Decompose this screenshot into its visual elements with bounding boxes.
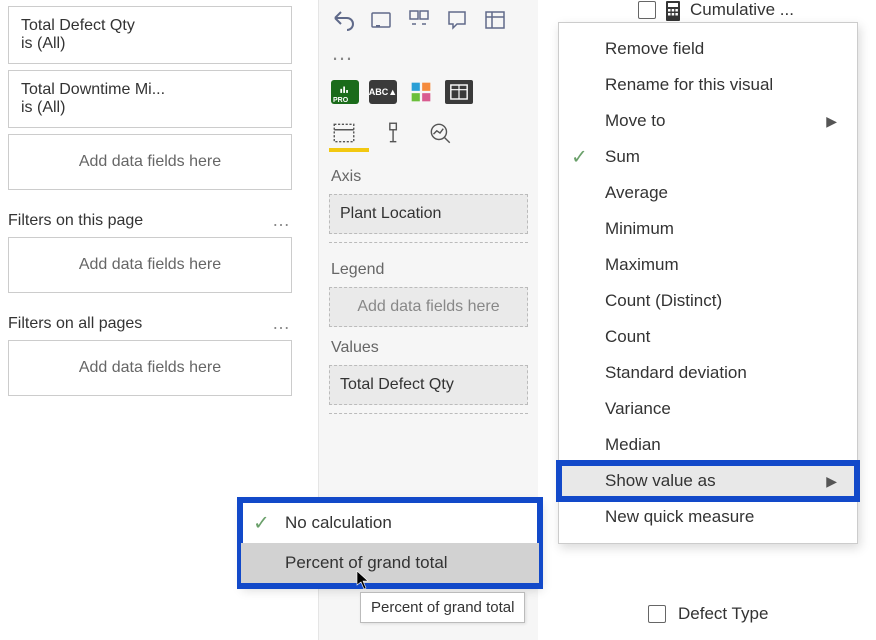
custom-viz-pro-icon[interactable]: PRO: [331, 80, 359, 104]
fields-tab-icon[interactable]: [331, 120, 357, 146]
divider: [329, 413, 528, 414]
more-icon[interactable]: …: [272, 210, 292, 231]
calculator-icon: [664, 0, 682, 20]
chevron-right-icon: ▶: [826, 473, 837, 490]
menu-median[interactable]: Median: [559, 427, 857, 463]
matrix-viz-icon[interactable]: [445, 80, 473, 104]
table-icon[interactable]: [483, 8, 507, 32]
menu-sum[interactable]: ✓ Sum: [559, 139, 857, 175]
card-icon[interactable]: [369, 8, 393, 32]
filters-all-label: Filters on all pages: [8, 315, 142, 333]
menu-average[interactable]: Average: [559, 175, 857, 211]
values-label: Values: [319, 329, 538, 363]
comment-icon[interactable]: [445, 8, 469, 32]
submenu-label: No calculation: [285, 513, 392, 532]
menu-label: Variance: [605, 399, 671, 419]
filter-title: Total Defect Qty: [21, 17, 279, 35]
check-icon: ✓: [253, 511, 270, 536]
menu-label: Count: [605, 327, 650, 347]
menu-label: Median: [605, 435, 661, 455]
tab-indicator: [329, 148, 369, 152]
menu-label: Rename for this visual: [605, 75, 773, 95]
filter-card-defect-qty[interactable]: Total Defect Qty is (All): [8, 6, 292, 64]
menu-count-distinct[interactable]: Count (Distinct): [559, 283, 857, 319]
menu-rename[interactable]: Rename for this visual: [559, 67, 857, 103]
menu-label: Sum: [605, 147, 640, 167]
divider: [329, 242, 528, 243]
viz-toolbar-1: [319, 4, 538, 36]
more-icon[interactable]: …: [272, 313, 292, 334]
colored-squares-icon[interactable]: [407, 80, 435, 104]
menu-maximum[interactable]: Maximum: [559, 247, 857, 283]
fields-item-label: Defect Type: [678, 604, 768, 624]
values-well[interactable]: Total Defect Qty: [329, 365, 528, 405]
more-icon[interactable]: …: [319, 40, 538, 72]
format-tab-icon[interactable]: [379, 120, 405, 146]
text-viz-icon[interactable]: ABC▲: [369, 80, 397, 104]
submenu-percent-grand-total[interactable]: Percent of grand total: [241, 543, 539, 583]
menu-move-to[interactable]: Move to ▶: [559, 103, 857, 139]
menu-label: Average: [605, 183, 668, 203]
submenu-no-calculation[interactable]: ✓ No calculation: [241, 503, 539, 543]
menu-label: Show value as: [605, 471, 716, 491]
filters-page-header: Filters on this page …: [8, 210, 292, 231]
menu-variance[interactable]: Variance: [559, 391, 857, 427]
checkbox-icon[interactable]: [648, 605, 666, 623]
menu-label: Remove field: [605, 39, 704, 59]
show-value-as-submenu: ✓ No calculation Percent of grand total: [240, 500, 540, 586]
filter-subtitle: is (All): [21, 35, 279, 53]
fields-item[interactable]: Cumulative ...: [638, 0, 794, 20]
legend-well[interactable]: Add data fields here: [329, 287, 528, 327]
menu-minimum[interactable]: Minimum: [559, 211, 857, 247]
filters-all-header: Filters on all pages …: [8, 313, 292, 334]
filter-title: Total Downtime Mi...: [21, 81, 279, 99]
viz-gallery: PRO ABC▲: [319, 72, 538, 112]
menu-show-value-as[interactable]: Show value as ▶: [559, 463, 857, 499]
menu-label: Count (Distinct): [605, 291, 722, 311]
right-area: Cumulative ... Remove field Rename for t…: [538, 0, 876, 640]
values-field-pill[interactable]: Total Defect Qty: [340, 376, 454, 393]
menu-count[interactable]: Count: [559, 319, 857, 355]
fields-measure-label: Cumulative ...: [690, 0, 794, 20]
filter-subtitle: is (All): [21, 99, 279, 117]
add-fields-dropzone-page[interactable]: Add data fields here: [8, 237, 292, 293]
context-menu: Remove field Rename for this visual Move…: [558, 22, 858, 544]
axis-well[interactable]: Plant Location: [329, 194, 528, 234]
checkbox-icon[interactable]: [638, 1, 656, 19]
check-icon: ✓: [571, 145, 588, 170]
multi-row-icon[interactable]: [407, 8, 431, 32]
menu-label: Move to: [605, 111, 665, 131]
menu-stddev[interactable]: Standard deviation: [559, 355, 857, 391]
menu-label: Minimum: [605, 219, 674, 239]
menu-label: Standard deviation: [605, 363, 747, 383]
cursor-icon: [356, 570, 370, 590]
menu-remove-field[interactable]: Remove field: [559, 31, 857, 67]
add-fields-dropzone-all[interactable]: Add data fields here: [8, 340, 292, 396]
analytics-tab-icon[interactable]: [427, 120, 453, 146]
legend-label: Legend: [319, 251, 538, 285]
menu-new-quick-measure[interactable]: New quick measure: [559, 499, 857, 535]
axis-label: Axis: [319, 158, 538, 192]
format-tabs: [319, 112, 538, 146]
filters-page-label: Filters on this page: [8, 212, 143, 230]
fields-item-defect-type[interactable]: Defect Type: [648, 604, 768, 624]
add-fields-dropzone[interactable]: Add data fields here: [8, 134, 292, 190]
tooltip: Percent of grand total: [360, 592, 525, 623]
menu-label: Maximum: [605, 255, 679, 275]
axis-field-pill[interactable]: Plant Location: [340, 205, 441, 222]
undo-icon[interactable]: [331, 8, 355, 32]
menu-label: New quick measure: [605, 507, 754, 527]
filter-card-downtime[interactable]: Total Downtime Mi... is (All): [8, 70, 292, 128]
chevron-right-icon: ▶: [826, 113, 837, 130]
